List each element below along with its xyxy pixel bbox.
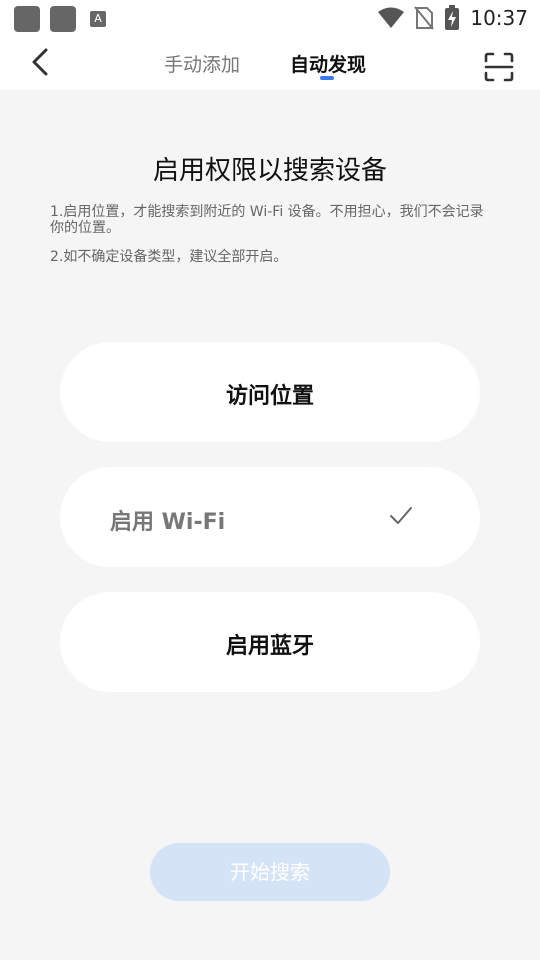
top-navigation: 手动添加 自动发现 [0,36,540,90]
description-location: 1.启用位置，才能搜索到附近的 Wi-Fi 设备。不用担心，我们不会记录你的位置… [50,204,484,236]
checkmark-icon [390,507,412,524]
active-tab-indicator [320,76,334,80]
back-arrow-icon[interactable] [26,46,58,78]
text-app-icon: A [90,11,106,27]
app-icon [14,6,40,32]
description-recommendation: 2.如不确定设备类型，建议全部开启。 [50,249,288,265]
start-search-button[interactable]: 开始搜索 [150,843,390,901]
status-time: 10:37 [470,6,528,30]
tab-manual-add[interactable]: 手动添加 [164,50,240,77]
status-bar-right: 10:37 [378,4,528,32]
app-icon [50,6,76,32]
status-bar: A 10:37 [0,0,540,36]
scan-icon[interactable] [484,52,514,82]
location-permission-button[interactable]: 访问位置 [60,342,480,442]
bluetooth-permission-button[interactable]: 启用蓝牙 [60,592,480,692]
bluetooth-permission-label: 启用蓝牙 [225,634,314,659]
page-title: 启用权限以搜索设备 [152,156,387,186]
status-bar-left: A [14,6,106,32]
wifi-icon [378,7,405,28]
no-sim-icon [414,6,435,30]
wifi-permission-label: 启用 Wi-Fi [110,510,226,535]
wifi-permission-button[interactable]: 启用 Wi-Fi [60,467,480,567]
tab-auto-discover[interactable]: 自动发现 [290,50,366,77]
location-permission-label: 访问位置 [225,384,314,409]
battery-charging-icon [445,5,460,30]
